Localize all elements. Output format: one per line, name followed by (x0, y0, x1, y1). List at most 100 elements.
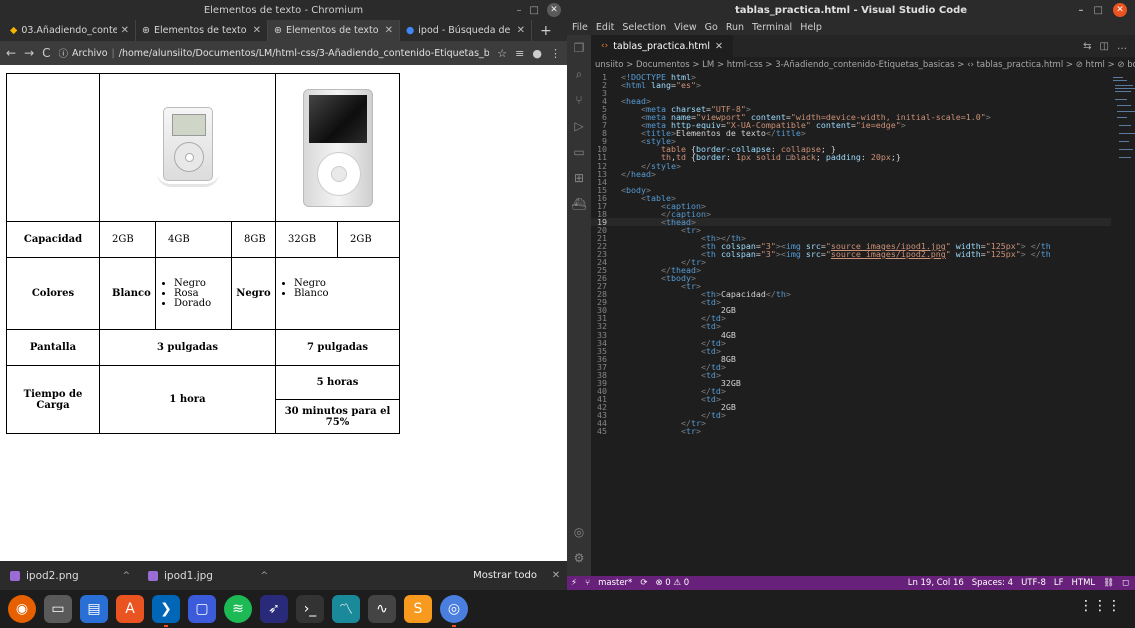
gear-icon[interactable]: ⚙ (567, 545, 591, 571)
tab-close-icon[interactable]: ✕ (517, 25, 525, 36)
screenshot-icon[interactable]: ▢ (188, 595, 216, 623)
forward-icon[interactable]: → (24, 46, 34, 60)
open-changes-icon[interactable]: ⇆ (1083, 41, 1091, 52)
close-icon[interactable]: ✕ (1113, 3, 1127, 17)
branch-icon: ⑂ (584, 578, 591, 588)
menu-item[interactable]: File (572, 22, 588, 33)
search-icon[interactable]: ⌕ (567, 61, 591, 87)
ipod1-image-cell (99, 73, 276, 222)
address-bar[interactable]: ⓘ Archivo | /home/alunsiito/Documentos/L… (58, 44, 490, 62)
table-cell: 1 hora (99, 365, 276, 434)
wine-icon[interactable]: ∿ (368, 595, 396, 623)
vscode-icon[interactable]: ❯ (152, 595, 180, 627)
drive-icon: ◆ (10, 25, 18, 36)
status-bar: ⚡ ⑂ master* ⟳ ⊗ 0 ⚠ 0 Ln 19, Col 16 Spac… (567, 576, 1135, 590)
sublime-icon[interactable]: S (404, 595, 432, 623)
table-row: Colores Blanco Negro Rosa Dorado Negro N… (6, 257, 400, 330)
source-control-icon[interactable]: ⑂ (567, 87, 591, 113)
firefox-icon[interactable]: ◉ (8, 595, 36, 623)
sync-icon[interactable]: ⟳ (640, 578, 647, 588)
code-editor[interactable]: 1 <!DOCTYPE html> 2 <html lang="es"> 3 4 <h… (591, 73, 1111, 576)
indentation[interactable]: Spaces: 4 (972, 578, 1013, 588)
tab-close-icon[interactable]: ✕ (121, 25, 129, 36)
browser-tab[interactable]: ● ipod - Búsqueda de G ✕ (400, 20, 532, 41)
chevron-up-icon[interactable]: ^ (260, 571, 276, 581)
reading-list-icon[interactable]: ≡ (515, 47, 524, 60)
ipod-table: Capacidad 2GB 4GB 8GB 32GB 2GB Colores B… (6, 73, 400, 434)
image-file-icon (148, 570, 158, 581)
table-row: Tiempo de Carga 1 hora 5 horas (6, 365, 400, 434)
account-icon[interactable]: ◎ (567, 519, 591, 545)
download-item[interactable]: ipod1.jpg ^ (138, 570, 276, 582)
chromium-icon[interactable]: ◎ (440, 595, 468, 627)
globe-icon: ⊛ (142, 25, 150, 36)
url-text: /home/alunsiito/Documentos/LM/html-css/3… (118, 47, 490, 59)
menu-icon[interactable]: ⋮ (550, 47, 561, 60)
download-item[interactable]: ipod2.png ^ (0, 570, 138, 582)
vscode-window: tablas_practica.html - Visual Studio Cod… (567, 0, 1135, 590)
more-actions-icon[interactable]: … (1117, 41, 1127, 52)
minimap[interactable] (1111, 73, 1135, 576)
spotify-icon[interactable]: ≋ (224, 595, 252, 623)
maximize-icon[interactable]: □ (1094, 5, 1103, 16)
new-tab-button[interactable]: + (532, 20, 560, 41)
writer-icon[interactable]: ▤ (80, 595, 108, 623)
menu-item[interactable]: Run (726, 22, 744, 33)
git-branch[interactable]: master* (598, 578, 632, 588)
live-share-icon[interactable]: ⛓ (1103, 578, 1114, 588)
back-icon[interactable]: ← (6, 46, 16, 60)
cursor-position[interactable]: Ln 19, Col 16 (908, 578, 964, 588)
star-icon[interactable]: ☆ (497, 47, 507, 60)
remote-icon[interactable]: ⚡ (571, 578, 577, 588)
show-all-button[interactable]: Mostrar todo (465, 565, 545, 587)
software-store-icon[interactable]: A (116, 595, 144, 623)
encoding[interactable]: UTF-8 (1021, 578, 1046, 588)
maximize-icon[interactable]: □ (530, 5, 539, 16)
tab-label: Elementos de texto (285, 25, 379, 36)
browser-tab-active[interactable]: ⊛ Elementos de texto ✕ (268, 20, 400, 41)
dolphin-icon[interactable]: ➶ (260, 595, 288, 623)
tab-close-icon[interactable]: ✕ (715, 41, 723, 52)
breadcrumb[interactable]: unsiito > Documentos > LM > html-css > 3… (591, 57, 1135, 73)
image-file-icon (10, 570, 20, 581)
problems-indicator[interactable]: ⊗ 0 ⚠ 0 (655, 578, 689, 588)
tab-label: 03.Añadiendo_conten (21, 25, 117, 36)
menu-item[interactable]: Terminal (752, 22, 792, 33)
menu-item[interactable]: Edit (596, 22, 614, 33)
table-cell: 8GB (231, 221, 276, 258)
extension-icon[interactable]: ● (532, 47, 542, 60)
close-icon[interactable]: ✕ (547, 3, 561, 17)
editor-tabs: ‹› tablas_practica.html ✕ ⇆ ◫ … (591, 35, 1135, 57)
show-apps-icon[interactable]: ⋮⋮⋮ (1079, 598, 1121, 614)
notifications-icon[interactable]: ◻ (1122, 578, 1129, 588)
remote-explorer-icon[interactable]: ▭ (567, 139, 591, 165)
terminal-icon[interactable]: ›_ (296, 595, 324, 623)
monitor-icon[interactable]: 〽 (332, 595, 360, 623)
tab-label: tablas_practica.html (613, 40, 710, 52)
line-ending[interactable]: LF (1054, 578, 1064, 588)
tab-close-icon[interactable]: ✕ (253, 25, 261, 36)
tab-close-icon[interactable]: ✕ (385, 25, 393, 36)
split-editor-icon[interactable]: ◫ (1100, 41, 1109, 52)
minimize-icon[interactable]: – (1079, 5, 1084, 16)
minimize-icon[interactable]: – (517, 5, 522, 16)
reload-icon[interactable]: C (42, 46, 50, 60)
table-cell: 7 pulgadas (275, 329, 400, 366)
browser-tab[interactable]: ⊛ Elementos de texto ✕ (136, 20, 268, 41)
run-debug-icon[interactable]: ▷ (567, 113, 591, 139)
language-mode[interactable]: HTML (1071, 578, 1095, 588)
docker-icon[interactable]: ⛴ (567, 191, 591, 217)
menu-item[interactable]: Help (800, 22, 822, 33)
extensions-icon[interactable]: ⊞ (567, 165, 591, 191)
menu-item[interactable]: Selection (622, 22, 666, 33)
editor-tab-active[interactable]: ‹› tablas_practica.html ✕ (591, 35, 733, 57)
download-filename: ipod1.jpg (164, 569, 213, 582)
explorer-icon[interactable]: ❐ (567, 35, 591, 61)
chevron-up-icon[interactable]: ^ (122, 571, 138, 581)
menu-item[interactable]: Go (705, 22, 718, 33)
url-scheme: Archivo (72, 47, 108, 59)
close-icon[interactable]: ✕ (545, 570, 567, 581)
browser-tab[interactable]: ◆ 03.Añadiendo_conten ✕ (4, 20, 136, 41)
menu-item[interactable]: View (674, 22, 697, 33)
files-icon[interactable]: ▭ (44, 595, 72, 623)
